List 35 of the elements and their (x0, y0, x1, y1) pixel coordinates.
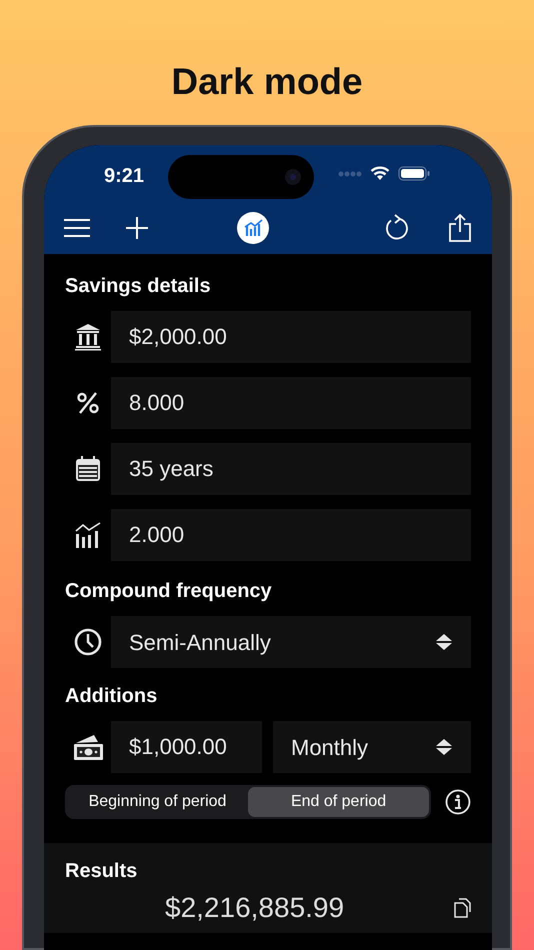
section-title: Results (65, 859, 138, 883)
money-icon (72, 733, 104, 761)
segment-option[interactable]: Beginning of period (67, 787, 248, 817)
app-logo-icon (237, 212, 269, 244)
calendar-icon (75, 456, 101, 482)
input-field[interactable]: $2,000.00 (111, 311, 471, 363)
refresh-button[interactable] (384, 214, 410, 242)
bank-icon (74, 323, 102, 351)
copy-icon (453, 898, 471, 918)
menu-button[interactable] (64, 218, 90, 238)
dropdown[interactable]: Semi-Annually (111, 616, 471, 668)
segment-option[interactable]: End of period (248, 787, 430, 817)
percent-icon (76, 392, 100, 414)
input-field[interactable]: 8.000 (111, 377, 471, 429)
section-title: Savings details (65, 274, 212, 298)
wifi-icon (370, 166, 390, 181)
page-heading: Dark mode (170, 60, 364, 104)
section-title: Additions (65, 684, 158, 708)
clock-icon (74, 628, 102, 656)
bar-chart-icon (75, 522, 101, 548)
battery-icon (398, 166, 430, 181)
add-button[interactable] (126, 217, 148, 239)
input-field[interactable]: 2.000 (111, 509, 471, 561)
status-time: 9:21 (104, 164, 144, 188)
info-icon (445, 789, 471, 815)
share-button[interactable] (448, 214, 472, 242)
input-field[interactable]: 35 years (111, 443, 471, 495)
up-down-icon (435, 738, 453, 756)
signal-icon (338, 170, 362, 176)
dropdown[interactable]: Monthly (273, 721, 471, 773)
result-total: $2,216,885.99 (165, 894, 344, 922)
camera-icon (284, 168, 302, 186)
section-title: Compound frequency (65, 579, 273, 603)
up-down-icon (435, 633, 453, 651)
input-field[interactable]: $1,000.00 (111, 721, 262, 773)
